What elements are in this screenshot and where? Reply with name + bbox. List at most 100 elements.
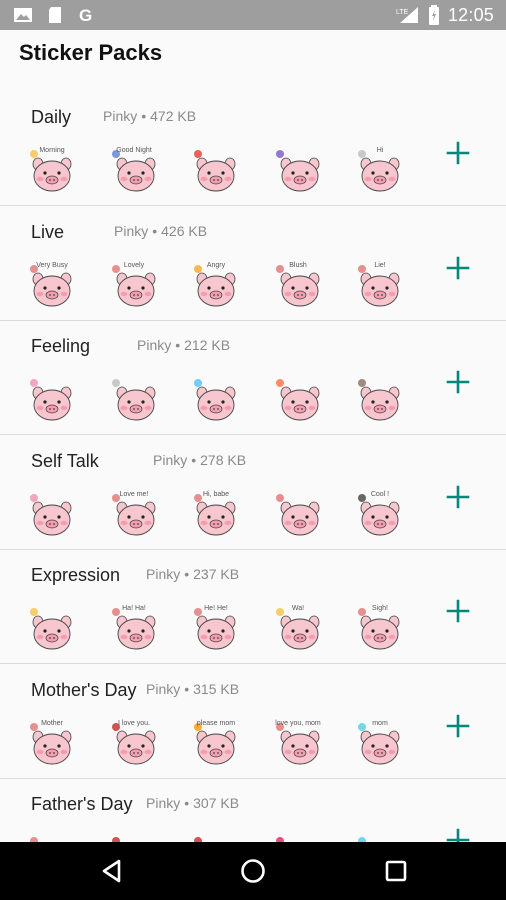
navigation-bar [0, 842, 506, 900]
sticker-caption: Lovely [124, 262, 145, 269]
screen: G LTE 12:05 Sticker Packs Daily Pinky • 472… [0, 0, 506, 900]
sticker-caption: He! He! [204, 605, 228, 612]
sticker-thumbnail [268, 371, 350, 427]
pack-name: Expression [31, 565, 121, 585]
sticker-thumbnail: Hi, babe [186, 486, 268, 542]
add-pack-button[interactable] [443, 711, 473, 741]
sticker-thumbnail: Cool ! [350, 486, 432, 542]
sticker-thumbnail [22, 371, 104, 427]
sticker-accent [276, 265, 284, 273]
sticker-accent [358, 494, 366, 502]
divider [0, 663, 506, 664]
sticker-accent [358, 150, 366, 158]
add-pack-button[interactable] [443, 138, 473, 168]
sticker-thumbnail: He! He! [186, 600, 268, 656]
sticker-accent [276, 150, 284, 158]
sticker-accent [194, 265, 202, 273]
sticker-thumbnails: Mother I love you. please mom love you, … [22, 715, 432, 771]
sticker-accent [358, 723, 366, 731]
sticker-accent [358, 608, 366, 616]
pack-author: Pinky [146, 795, 181, 811]
sticker-accent [30, 608, 38, 616]
pack-size: 237 KB [193, 566, 240, 582]
divider [0, 205, 506, 206]
home-icon[interactable] [238, 856, 268, 886]
separator-dot: • [184, 566, 190, 582]
sticker-pack-row[interactable]: Feeling Pinky • 212 KB [0, 321, 506, 435]
sticker-caption: love you, mom [275, 720, 321, 727]
sticker-accent [276, 608, 284, 616]
sticker-accent [276, 379, 284, 387]
sticker-accent [112, 379, 120, 387]
sticker-thumbnail: please mom [186, 715, 268, 771]
sticker-pack-row[interactable]: Live Pinky • 426 KB Very Busy Lovely Ang… [0, 207, 506, 321]
sticker-accent [112, 608, 120, 616]
sticker-caption: Angry [207, 262, 226, 269]
pack-meta: Pinky • 212 KB [137, 337, 230, 353]
add-pack-button[interactable] [443, 482, 473, 512]
pack-author: Pinky [146, 566, 181, 582]
back-icon[interactable] [97, 856, 127, 886]
pack-meta: Pinky • 237 KB [146, 566, 239, 582]
sticker-accent [30, 150, 38, 158]
google-icon: G [79, 6, 92, 24]
page-title: Sticker Packs [19, 40, 163, 65]
sticker-accent [358, 265, 366, 273]
sticker-thumbnail: Ha! Ha! [104, 600, 186, 656]
pack-size: 307 KB [193, 795, 240, 811]
sticker-thumbnail: Good Night [104, 142, 186, 198]
status-bar: G LTE 12:05 [0, 0, 506, 30]
separator-dot: • [191, 452, 197, 468]
plus-icon [446, 256, 470, 280]
sticker-accent [30, 379, 38, 387]
sticker-thumbnail [104, 371, 186, 427]
sticker-thumbnail: Mother [22, 715, 104, 771]
pack-meta: Pinky • 472 KB [103, 108, 196, 124]
sticker-pack-row[interactable]: Mother's Day Pinky • 315 KB Mother I love y… [0, 665, 506, 779]
sticker-thumbnail: Morning [22, 142, 104, 198]
separator-dot: • [184, 795, 190, 811]
sticker-pack-row[interactable]: Expression Pinky • 237 KB Ha! Ha! He! He… [0, 550, 506, 664]
sticker-pack-row[interactable]: Self Talk Pinky • 278 KB Love me! Hi, ba… [0, 436, 506, 550]
sticker-thumbnail: Hi [350, 142, 432, 198]
pack-name: Mother's Day [31, 680, 137, 700]
sticker-caption: mom [372, 720, 388, 727]
sticker-caption: please mom [197, 720, 235, 727]
sticker-accent [276, 494, 284, 502]
separator-dot: • [184, 681, 190, 697]
sticker-thumbnail: Lovely [104, 257, 186, 313]
sticker-thumbnail [350, 371, 432, 427]
pack-name: Father's Day [31, 794, 133, 814]
sticker-caption: Good Night [116, 147, 151, 154]
pack-author: Pinky [153, 452, 188, 468]
sticker-accent [194, 379, 202, 387]
sticker-thumbnail: mom [350, 715, 432, 771]
sticker-accent [112, 265, 120, 273]
sticker-thumbnails: Ha! Ha! He! He! Wa! Sigh! [22, 600, 432, 656]
add-pack-button[interactable] [443, 367, 473, 397]
sticker-thumbnail: Sigh! [350, 600, 432, 656]
plus-icon [446, 599, 470, 623]
sticker-accent [194, 150, 202, 158]
plus-icon [446, 485, 470, 509]
sticker-caption: Very Busy [36, 262, 68, 269]
sticker-thumbnail: love you, mom [268, 715, 350, 771]
sticker-thumbnails: Love me! Hi, babe Cool ! [22, 486, 432, 542]
add-pack-button[interactable] [443, 253, 473, 283]
sticker-caption: Sigh! [372, 605, 388, 612]
sticker-accent [194, 494, 202, 502]
pack-meta: Pinky • 278 KB [153, 452, 246, 468]
pack-author: Pinky [146, 681, 181, 697]
add-pack-button[interactable] [443, 596, 473, 626]
sticker-caption: Hi, babe [203, 491, 229, 498]
sticker-thumbnail: Very Busy [22, 257, 104, 313]
pack-name: Feeling [31, 336, 91, 356]
sticker-pack-row[interactable]: Daily Pinky•472 KB Morning Good Night [0, 92, 506, 206]
sticker-caption: Cool ! [371, 491, 389, 498]
recents-icon[interactable] [381, 856, 411, 886]
sticker-thumbnail [186, 371, 268, 427]
sticker-caption: Ha! Ha! [122, 605, 146, 612]
sd-card-icon [49, 7, 61, 23]
sticker-thumbnail [268, 142, 350, 198]
sticker-caption: Hi [377, 147, 384, 154]
